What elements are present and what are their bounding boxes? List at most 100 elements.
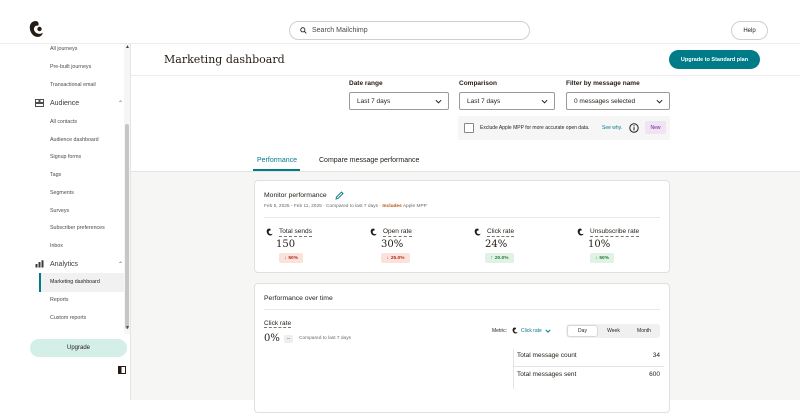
sidebar-item-custom-reports[interactable]: Custom reports (50, 315, 86, 321)
sidebar-group-audience[interactable]: Audience ⌃ (35, 99, 123, 107)
sidebar-group-analytics[interactable]: Analytics ⌃ (35, 260, 123, 268)
chevron-down-icon (541, 99, 548, 104)
chevron-down-icon (435, 99, 442, 104)
over-time-metric-value: 0% (264, 333, 280, 344)
comparison-select[interactable]: Last 7 days (459, 92, 555, 110)
open-rate-label[interactable]: Open rate (383, 228, 412, 237)
sidebar-item-label: Marketing dashboard (50, 279, 100, 285)
search-icon (300, 27, 307, 34)
collapse-sidebar-icon[interactable] (118, 366, 126, 374)
totals-divider (513, 349, 514, 389)
total-sends-label[interactable]: Total sends (279, 228, 312, 237)
click-rate-label[interactable]: Click rate (487, 228, 515, 237)
tab-performance[interactable]: Performance (257, 157, 297, 164)
sidebar-item-segments[interactable]: Segments (50, 190, 74, 196)
unsubscribe-rate-value: 10% (588, 239, 611, 250)
sidebar-item-signup-forms[interactable]: Signup forms (50, 154, 81, 160)
sidebar-item-surveys[interactable]: Surveys (50, 208, 69, 214)
edit-pencil-icon[interactable] (335, 191, 344, 200)
arrow-down-icon: ↓ (283, 255, 287, 261)
message-filter-select[interactable]: 0 messages selected (566, 92, 670, 110)
period-day-button[interactable]: Day (567, 325, 598, 337)
change-value: 25.0% (390, 255, 405, 261)
total-sends-change-badge: ↓ 50% (279, 253, 303, 263)
audience-icon (35, 99, 44, 107)
header-divider (131, 75, 800, 76)
exclude-mpp-text: Exclude Apple MPP for more accurate open… (480, 125, 590, 131)
sidebar: All journeys Pre-built journeys Transact… (0, 44, 131, 400)
monitor-date-range: Feb 5, 2025 - Feb 11, 2025 · Compared to… (264, 204, 381, 209)
mailchimp-logo-icon[interactable] (28, 20, 44, 38)
sidebar-item-transactional-email[interactable]: Transactional email (50, 82, 96, 88)
see-why-link[interactable]: See why. (602, 125, 622, 131)
date-range-label: Date range (349, 80, 383, 87)
over-time-title: Performance over time (264, 295, 333, 302)
date-range-select[interactable]: Last 7 days (349, 92, 449, 110)
metric-select-label: Metric: (492, 328, 507, 334)
card-divider (264, 309, 660, 310)
open-rate-value: 30% (381, 239, 404, 250)
page-title: Marketing dashboard (164, 53, 285, 66)
period-month-button[interactable]: Month (629, 325, 659, 337)
total-value: 600 (649, 371, 660, 378)
top-bar: Search Mailchimp Help (0, 0, 800, 44)
change-value: 50% (599, 255, 609, 261)
arrow-down-icon: ↓ (386, 255, 389, 261)
scroll-down-icon[interactable]: ▼ (125, 325, 130, 331)
search-placeholder: Search Mailchimp (312, 27, 368, 34)
open-rate-change-badge: ↓ 25.0% (381, 253, 410, 263)
mailchimp-metric-icon (474, 228, 481, 236)
sidebar-item-inbox[interactable]: Inbox (50, 243, 63, 249)
performance-over-time-card: Performance over time (254, 283, 670, 413)
upgrade-plan-button[interactable]: Upgrade to Standard plan (669, 50, 760, 69)
total-label: Total messages sent (517, 371, 577, 378)
sidebar-item-reports[interactable]: Reports (50, 297, 69, 303)
arrow-down-icon: ↓ (594, 255, 598, 261)
sidebar-item-audience-dashboard[interactable]: Audience dashboard (50, 137, 99, 143)
sidebar-nav: All journeys Pre-built journeys Transact… (0, 44, 124, 334)
metric-select-dropdown[interactable]: Click rate (512, 327, 551, 334)
totals-row-divider (513, 366, 664, 367)
chevron-up-icon: ⌃ (117, 100, 123, 107)
sidebar-item-tags[interactable]: Tags (50, 172, 61, 178)
sidebar-scroll-thumb[interactable] (125, 124, 129, 329)
tab-compare-message-performance[interactable]: Compare message performance (319, 157, 419, 164)
comparison-value: Last 7 days (467, 97, 501, 105)
sidebar-upgrade-button[interactable]: Upgrade (30, 339, 127, 357)
mailchimp-metric-icon (512, 327, 518, 334)
comparison-label: Comparison (459, 80, 497, 87)
mpp-flag-text: Apple MPP (402, 204, 427, 209)
sidebar-group-label: Analytics (50, 260, 79, 268)
message-filter-label: Filter by message name (566, 80, 640, 87)
card-divider (264, 217, 660, 218)
compared-text: Compared to last 7 days (299, 336, 351, 341)
sidebar-item-all-journeys[interactable]: All journeys (50, 46, 77, 52)
unsubscribe-rate-change-badge: ↓ 50% (590, 253, 614, 263)
metric-select-value: Click rate (521, 327, 542, 334)
scroll-up-icon[interactable]: ▲ (125, 44, 130, 50)
date-range-value: Last 7 days (357, 97, 391, 105)
monitor-title: Monitor performance (264, 192, 327, 199)
arrow-up-icon: ↑ (490, 255, 493, 261)
over-time-metric-label[interactable]: Click rate (264, 320, 292, 328)
sidebar-item-all-contacts[interactable]: All contacts (50, 119, 77, 125)
monitor-performance-card: Monitor performance Feb 5, 2025 - Feb 11… (254, 180, 670, 273)
over-time-change-badge: -- (284, 335, 293, 343)
sidebar-item-pre-built-journeys[interactable]: Pre-built journeys (50, 64, 91, 70)
change-value: 20.0% (494, 255, 509, 261)
exclude-mpp-checkbox[interactable] (464, 123, 474, 133)
period-toggle: Day Week Month (566, 324, 660, 338)
help-button[interactable]: Help (731, 21, 768, 40)
chevron-down-icon (545, 329, 551, 333)
unsubscribe-rate-label[interactable]: Unsubscribe rate (590, 228, 640, 237)
sidebar-item-subscriber-preferences[interactable]: Subscriber preferences (50, 225, 105, 231)
period-week-button[interactable]: Week (598, 325, 629, 337)
includes-flag: Includes (382, 204, 402, 209)
total-message-count-row: Total message count 34 (517, 352, 660, 359)
search-input[interactable]: Search Mailchimp (289, 21, 530, 40)
analytics-icon (35, 260, 44, 268)
total-value: 34 (652, 352, 660, 359)
sidebar-item-marketing-dashboard[interactable]: Marketing dashboard (39, 273, 124, 292)
info-icon[interactable] (629, 123, 639, 133)
mailchimp-metric-icon (266, 228, 273, 236)
